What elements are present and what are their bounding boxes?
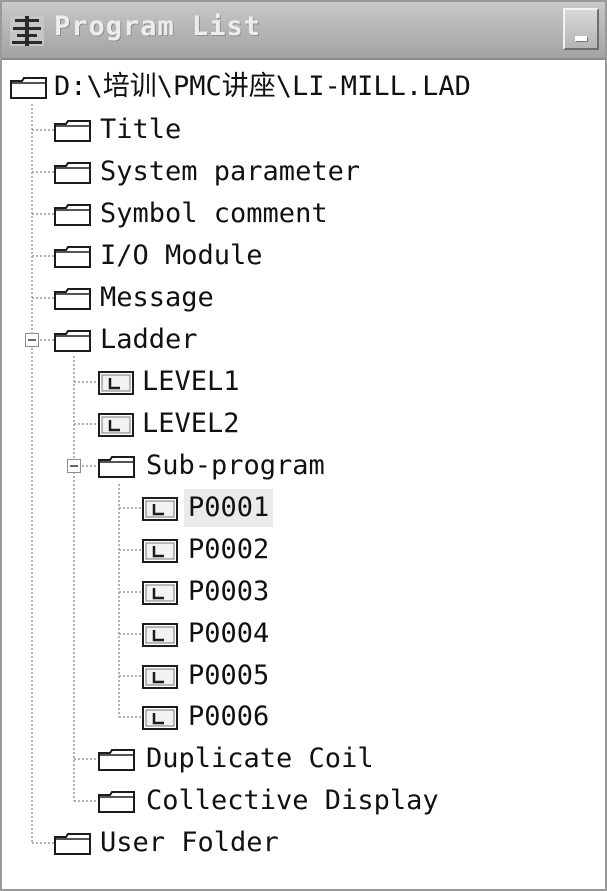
folder-icon xyxy=(54,330,91,352)
folder-icon xyxy=(54,288,91,310)
minimize-button[interactable] xyxy=(563,8,599,50)
minimize-icon xyxy=(575,36,587,41)
tree-item-label: P0005 xyxy=(188,660,270,691)
collapse-ladder-icon[interactable] xyxy=(25,333,39,347)
collapse-subprogram-icon[interactable] xyxy=(67,459,81,473)
tree-item-label: LEVEL1 xyxy=(142,366,240,397)
tree-item-label: Title xyxy=(100,114,182,145)
folder-icon xyxy=(54,162,91,184)
tree-item-label: Symbol comment xyxy=(100,198,328,229)
ladder-icon xyxy=(98,371,134,395)
tree-item-label: Collective Display xyxy=(146,785,439,816)
window-title: Program List xyxy=(54,11,262,42)
tree-item-label: P0003 xyxy=(188,576,270,607)
folder-icon xyxy=(98,791,135,813)
tree-item-label: P0002 xyxy=(188,534,270,565)
ladder-icon xyxy=(98,413,134,437)
program-list-window: Program List D:\培训\PMC讲座\LI-MILL.LAD Tit… xyxy=(0,0,607,891)
ladder-icon xyxy=(142,497,178,521)
tree-item-label: Duplicate Coil xyxy=(146,743,374,774)
title-bar[interactable]: Program List xyxy=(2,2,605,60)
tree-item-label: P0001 xyxy=(184,489,274,527)
program-tree: D:\培训\PMC讲座\LI-MILL.LAD Title System par… xyxy=(2,60,605,889)
ladder-icon xyxy=(142,706,178,730)
folder-icon xyxy=(98,749,135,771)
ladder-icon xyxy=(142,539,178,563)
folder-icon xyxy=(54,833,91,855)
program-list-icon xyxy=(10,16,44,46)
tree-item-label: P0004 xyxy=(188,618,270,649)
tree-item-label: User Folder xyxy=(100,827,279,858)
tree-item-label: I/O Module xyxy=(100,240,263,271)
folder-icon xyxy=(54,204,91,226)
folder-icon xyxy=(98,456,135,478)
tree-item-label: Message xyxy=(100,282,214,313)
tree-item-label: P0006 xyxy=(188,701,270,732)
folder-icon xyxy=(10,77,47,99)
tree-root-label: D:\培训\PMC讲座\LI-MILL.LAD xyxy=(54,71,471,102)
tree-item-label: Ladder xyxy=(100,324,198,355)
tree-item-label: Sub-program xyxy=(146,450,325,481)
ladder-icon xyxy=(142,665,178,689)
ladder-icon xyxy=(142,581,178,605)
folder-icon xyxy=(54,120,91,142)
ladder-icon xyxy=(142,623,178,647)
tree-item-label: LEVEL2 xyxy=(142,408,240,439)
tree-item-label: System parameter xyxy=(100,156,361,187)
folder-icon xyxy=(54,246,91,268)
